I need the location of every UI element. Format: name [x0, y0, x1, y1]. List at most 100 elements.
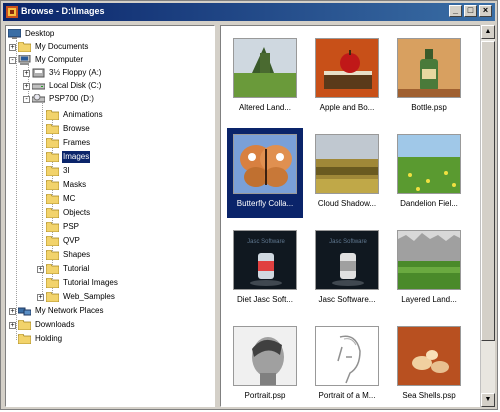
thumbnail-item[interactable]: Butterfly Colla... [227, 128, 303, 218]
tree-item-label: Frames [63, 138, 91, 147]
thumbnail-caption: Altered Land... [238, 103, 292, 112]
app-icon [6, 6, 18, 18]
tree-expander[interactable]: + [23, 83, 30, 90]
folder-icon [17, 333, 32, 345]
tree-item-label: My Computer [35, 55, 84, 64]
tree-item-label: Downloads [35, 320, 75, 329]
tree-expander[interactable]: + [9, 44, 16, 51]
tree-item-label: Objects [63, 208, 91, 217]
tree-item-label: 3I [63, 166, 70, 175]
thumbnail-image [233, 134, 297, 194]
scroll-thumb[interactable] [481, 41, 495, 341]
tree-item-label: PSP700 (D:) [49, 94, 94, 103]
folder-icon [45, 277, 60, 289]
thumbnail-image [233, 38, 297, 98]
floppy-icon [32, 68, 45, 78]
network-icon [17, 306, 32, 316]
tree-expander[interactable]: + [23, 70, 30, 77]
thumbnail-caption: Diet Jasc Soft... [236, 295, 294, 304]
thumbnail-image [233, 326, 297, 386]
thumbnail-item[interactable]: Apple and Bo... [309, 32, 385, 122]
thumbnail-caption: Layered Land... [401, 295, 457, 304]
thumbnail-caption: Portrait.psp [244, 391, 286, 400]
folder-icon [45, 193, 60, 205]
thumbnail-image [397, 326, 461, 386]
folder-icon [45, 221, 60, 233]
tree-item-label: My Network Places [35, 306, 104, 315]
tree-item-label: Masks [63, 180, 87, 189]
thumbnail-item[interactable]: Jasc Software Diet Jasc Soft... [227, 224, 303, 314]
thumbnail-item[interactable]: Bottle.psp [391, 32, 467, 122]
tree-item-label: MC [63, 194, 76, 203]
minimize-button[interactable]: _ [449, 5, 462, 17]
folder-icon [45, 123, 60, 135]
thumbnail-image [315, 326, 379, 386]
folder-icon [45, 151, 60, 163]
cd-icon [31, 93, 46, 104]
drive-icon [31, 81, 46, 91]
desktop-icon [7, 28, 22, 39]
thumbnail-item[interactable]: Dandelion Fiel... [391, 128, 467, 218]
tree-item-label: Desktop [25, 29, 55, 38]
thumbnail-caption: Jasc Software... [318, 295, 376, 304]
folder-icon [45, 263, 60, 275]
tree-item-label: Web_Samples [63, 292, 115, 301]
thumbnail-item[interactable]: Cloud Shadow... [309, 128, 385, 218]
tree-item-label: Tutorial Images [63, 278, 118, 287]
tree-expander[interactable]: + [9, 308, 16, 315]
thumbnail-image: Jasc Software [315, 230, 379, 290]
thumbnail-image [397, 134, 461, 194]
vertical-scrollbar[interactable]: ▲ ▼ [480, 25, 495, 407]
folder-tree[interactable]: Desktop + My Documents - My Computer +3½ Flop… [5, 25, 215, 407]
thumbnail-item[interactable]: Sea Shells.psp [391, 320, 467, 406]
tree-expander[interactable]: - [9, 57, 16, 64]
tree-item-label: QVP [63, 236, 80, 245]
tree-expander[interactable]: + [37, 266, 44, 273]
thumbnail-image [397, 230, 461, 290]
thumbnail-image [397, 38, 461, 98]
tree-expander[interactable]: - [23, 96, 30, 103]
browse-window: Browse - D:\Images _ □ × Desktop + My Docu… [0, 0, 498, 410]
computer-icon [18, 54, 31, 65]
browse-content: Desktop + My Documents - My Computer +3½ Flop… [5, 25, 495, 407]
thumbnail-caption: Cloud Shadow... [317, 199, 377, 208]
tree-item-label: Local Disk (C:) [49, 81, 102, 90]
thumbnail-item[interactable]: Portrait of a M... [309, 320, 385, 406]
thumbnail-caption: Portrait of a M... [318, 391, 376, 400]
folder-icon [45, 179, 60, 191]
tree-item-label: Shapes [63, 250, 91, 259]
folder-icon [17, 41, 32, 53]
thumbnail-caption: Apple and Bo... [319, 103, 375, 112]
folder-icon [45, 165, 60, 177]
thumbnail-caption: Bottle.psp [411, 103, 447, 112]
thumbnail-item[interactable]: Layered Land... [391, 224, 467, 314]
thumbnail-pane[interactable]: Altered Land... Apple and Bo... Bottle.psp… [220, 25, 487, 407]
maximize-button[interactable]: □ [464, 5, 477, 17]
tree-item-label: Tutorial [63, 264, 90, 273]
thumbnail-image [315, 38, 379, 98]
scroll-down-button[interactable]: ▼ [481, 393, 495, 407]
thumbnail-item[interactable]: Portrait.psp [227, 320, 303, 406]
scroll-up-button[interactable]: ▲ [481, 25, 495, 39]
tree-item-label: Browse [63, 124, 90, 133]
tree-item-label: Animations [63, 110, 103, 119]
thumbnail-image: Jasc Software [233, 230, 297, 290]
thumbnail-item[interactable]: Altered Land... [227, 32, 303, 122]
window-title: Browse - D:\Images [21, 6, 105, 16]
title-bar[interactable]: Browse - D:\Images _ □ × [3, 3, 495, 21]
tree-expander[interactable]: + [37, 294, 44, 301]
tree-item-label: My Documents [35, 42, 89, 51]
folder-icon [45, 109, 60, 121]
close-button[interactable]: × [479, 5, 492, 17]
tree-expander[interactable]: + [9, 322, 16, 329]
tree-item-label: PSP [63, 222, 80, 231]
thumbnail-caption: Butterfly Colla... [236, 199, 294, 208]
tree-item-label: 3½ Floppy (A:) [49, 68, 102, 77]
thumbnail-caption: Dandelion Fiel... [400, 199, 458, 208]
thumbnail-item[interactable]: Jasc Software Jasc Software... [309, 224, 385, 314]
folder-icon [45, 235, 60, 247]
svg-text:Jasc Software: Jasc Software [329, 239, 367, 245]
thumbnail-caption: Sea Shells.psp [402, 391, 456, 400]
svg-text:Jasc Software: Jasc Software [247, 239, 285, 245]
folder-icon [17, 319, 32, 331]
